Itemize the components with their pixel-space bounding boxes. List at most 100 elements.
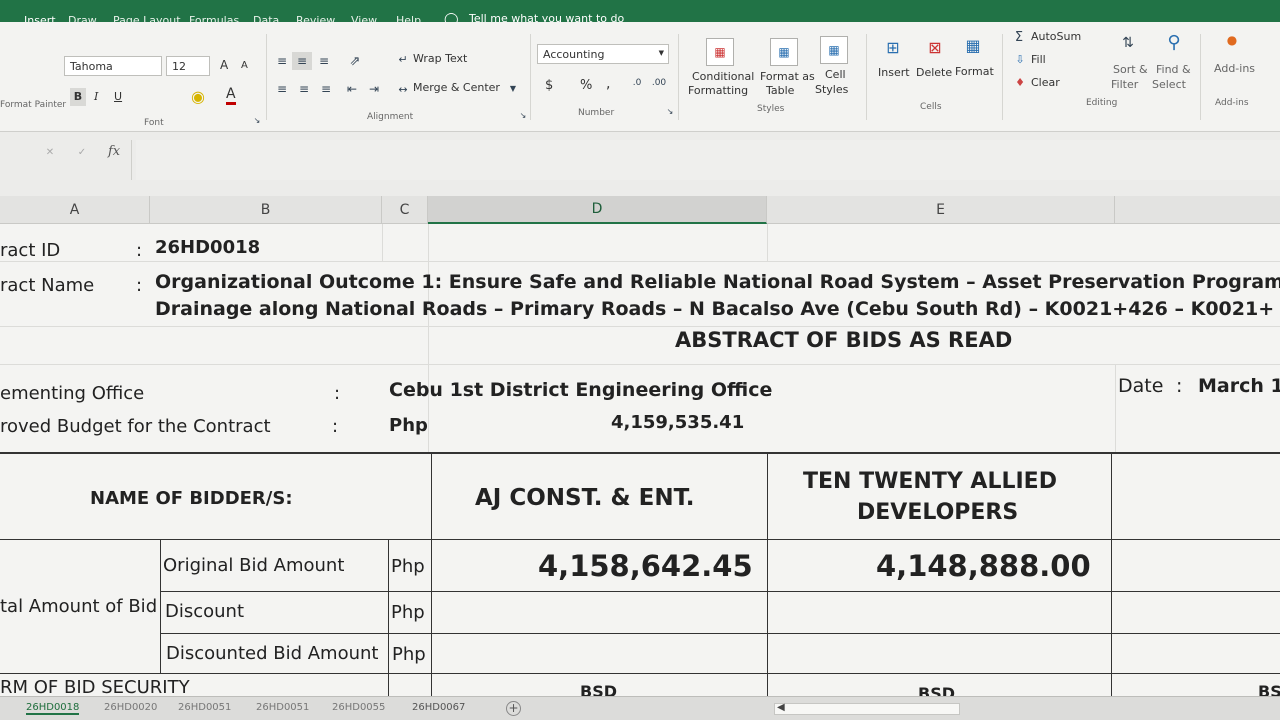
cell-styles-label-2[interactable]: Styles (815, 83, 848, 96)
sort-filter-icon[interactable]: ⇅ (1114, 30, 1142, 56)
formula-bar: ✕ ✓ fx (0, 132, 1280, 196)
contract-id-label: ract ID (0, 240, 61, 261)
align-bottom-icon[interactable]: ≡ (316, 54, 332, 68)
sort-filter-label-2[interactable]: Filter (1111, 78, 1138, 91)
dialog-launcher-icon[interactable]: ↘ (665, 106, 675, 116)
format-as-table-icon[interactable]: ▦ (770, 38, 798, 66)
decrease-indent-icon[interactable]: ⇤ (344, 82, 360, 96)
dialog-launcher-icon[interactable]: ↘ (518, 110, 528, 120)
separator (866, 34, 867, 120)
sort-filter-label-1[interactable]: Sort & (1113, 63, 1148, 76)
format-cells-button[interactable]: Format (955, 65, 994, 78)
cell-styles-icon[interactable]: ▦ (820, 36, 848, 64)
format-as-table-label-1[interactable]: Format as (760, 70, 815, 83)
dialog-launcher-icon[interactable]: ↘ (252, 115, 262, 125)
table-border (0, 539, 1280, 540)
column-header-row: A B C D E (0, 196, 1280, 224)
chevron-down-icon: ▼ (658, 49, 664, 57)
clear-button[interactable]: Clear (1031, 76, 1060, 89)
abstract-title: ABSTRACT OF BIDS AS READ (675, 328, 1013, 352)
align-left-icon[interactable]: ≡ (274, 82, 290, 96)
sheet-tab[interactable]: 26HD0051 (256, 702, 309, 713)
column-header-a[interactable]: A (0, 196, 150, 224)
align-top-icon[interactable]: ≡ (274, 54, 290, 68)
shrink-font-button[interactable]: A (241, 60, 248, 71)
format-as-table-label-2[interactable]: Table (766, 84, 794, 97)
format-cells-icon[interactable]: ▦ (960, 32, 986, 58)
budget-currency: Php (389, 415, 428, 436)
number-format-value: Accounting (543, 48, 605, 61)
decrease-decimal-icon[interactable]: .00 (650, 76, 668, 90)
autosum-icon[interactable]: Σ (1012, 30, 1026, 45)
fill-button[interactable]: Fill (1031, 53, 1046, 66)
bid-3-security: BS (1258, 682, 1280, 696)
font-name-combo[interactable]: Tahoma (64, 56, 162, 76)
formula-input[interactable] (136, 140, 1280, 180)
scroll-left-icon[interactable]: ◀ (777, 702, 785, 713)
font-color-button[interactable]: A (226, 86, 236, 105)
find-select-label-2[interactable]: Select (1152, 78, 1186, 91)
merge-center-button[interactable]: Merge & Center (413, 81, 500, 94)
delete-cells-button[interactable]: Delete (916, 66, 952, 79)
conditional-formatting-label-2[interactable]: Formatting (688, 84, 748, 97)
underline-button[interactable]: U (114, 90, 122, 103)
chevron-down-icon[interactable]: ▼ (508, 82, 518, 94)
column-header-c[interactable]: C (382, 196, 428, 224)
conditional-formatting-icon[interactable]: ▦ (706, 38, 734, 66)
add-ins-group-label: Add-ins (1215, 98, 1249, 108)
search-icon[interactable]: ⚲ (1160, 28, 1188, 56)
check-icon[interactable]: ✓ (76, 146, 88, 158)
comma-button[interactable]: , (606, 76, 610, 92)
wrap-text-button[interactable]: Wrap Text (413, 52, 467, 65)
sheet-tab[interactable]: 26HD0020 (104, 702, 157, 713)
currency-button[interactable]: $ (545, 78, 553, 93)
increase-decimal-icon[interactable]: .0 (628, 76, 646, 90)
eraser-icon[interactable]: ♦ (1013, 75, 1027, 89)
percent-button[interactable]: % (580, 78, 592, 93)
insert-function-button[interactable]: fx (108, 144, 120, 159)
gridline (428, 224, 429, 452)
autosum-button[interactable]: AutoSum (1031, 30, 1081, 43)
add-ins-button[interactable]: Add-ins (1214, 62, 1255, 75)
align-center-icon[interactable]: ≡ (296, 82, 312, 96)
cancel-icon[interactable]: ✕ (44, 146, 56, 158)
increase-indent-icon[interactable]: ⇥ (366, 82, 382, 96)
table-border (1111, 452, 1112, 696)
sheet-tab-bar: 26HD0018 26HD0020 26HD0051 26HD0051 26HD… (0, 696, 1280, 720)
align-middle-icon[interactable]: ≡ (292, 52, 312, 70)
worksheet-grid[interactable]: ract ID : 26HD0018 ract Name : Organizat… (0, 224, 1280, 696)
column-header-d[interactable]: D (428, 196, 767, 224)
format-painter-label[interactable]: Format Painter (0, 100, 66, 110)
sheet-tab[interactable]: 26HD0067 (412, 702, 465, 713)
insert-cells-button[interactable]: Insert (878, 66, 910, 79)
fill-icon[interactable]: ⇩ (1013, 52, 1027, 66)
alignment-group-label: Alignment (367, 112, 414, 122)
sheet-tab[interactable]: 26HD0055 (332, 702, 385, 713)
delete-cells-icon[interactable]: ⊠ (922, 34, 948, 60)
sheet-tab[interactable]: 26HD0018 (26, 702, 80, 715)
bid-2-amount: 4,148,888.00 (876, 549, 1091, 583)
find-select-label-1[interactable]: Find & (1156, 63, 1191, 76)
number-format-combo[interactable]: Accounting ▼ (537, 44, 669, 64)
add-sheet-icon[interactable]: + (506, 701, 521, 716)
column-header-e[interactable]: E (767, 196, 1115, 224)
fill-color-icon[interactable]: ◉ (188, 86, 208, 106)
font-size-combo[interactable]: 12 (166, 56, 210, 76)
discounted-bid-label: Discounted Bid Amount (166, 643, 379, 664)
bold-button[interactable]: B (70, 88, 86, 106)
bidder-2-name-line-1: TEN TWENTY ALLIED (803, 469, 1057, 494)
horizontal-scrollbar[interactable]: ◀ (774, 702, 960, 715)
column-header-b[interactable]: B (150, 196, 382, 224)
insert-cells-icon[interactable]: ⊞ (880, 34, 906, 60)
sheet-tab[interactable]: 26HD0051 (178, 702, 231, 713)
italic-button[interactable]: I (94, 90, 98, 103)
table-border (0, 452, 1280, 454)
align-right-icon[interactable]: ≡ (318, 82, 334, 96)
conditional-formatting-label-1[interactable]: Conditional (692, 70, 754, 83)
grow-font-button[interactable]: A (220, 58, 228, 72)
add-ins-icon[interactable]: ● (1224, 32, 1240, 48)
editing-group-label: Editing (1086, 98, 1118, 108)
cell-styles-label-1[interactable]: Cell (825, 68, 846, 81)
orientation-icon[interactable]: ⇗ (344, 52, 366, 70)
column-header-f[interactable] (1115, 196, 1280, 224)
